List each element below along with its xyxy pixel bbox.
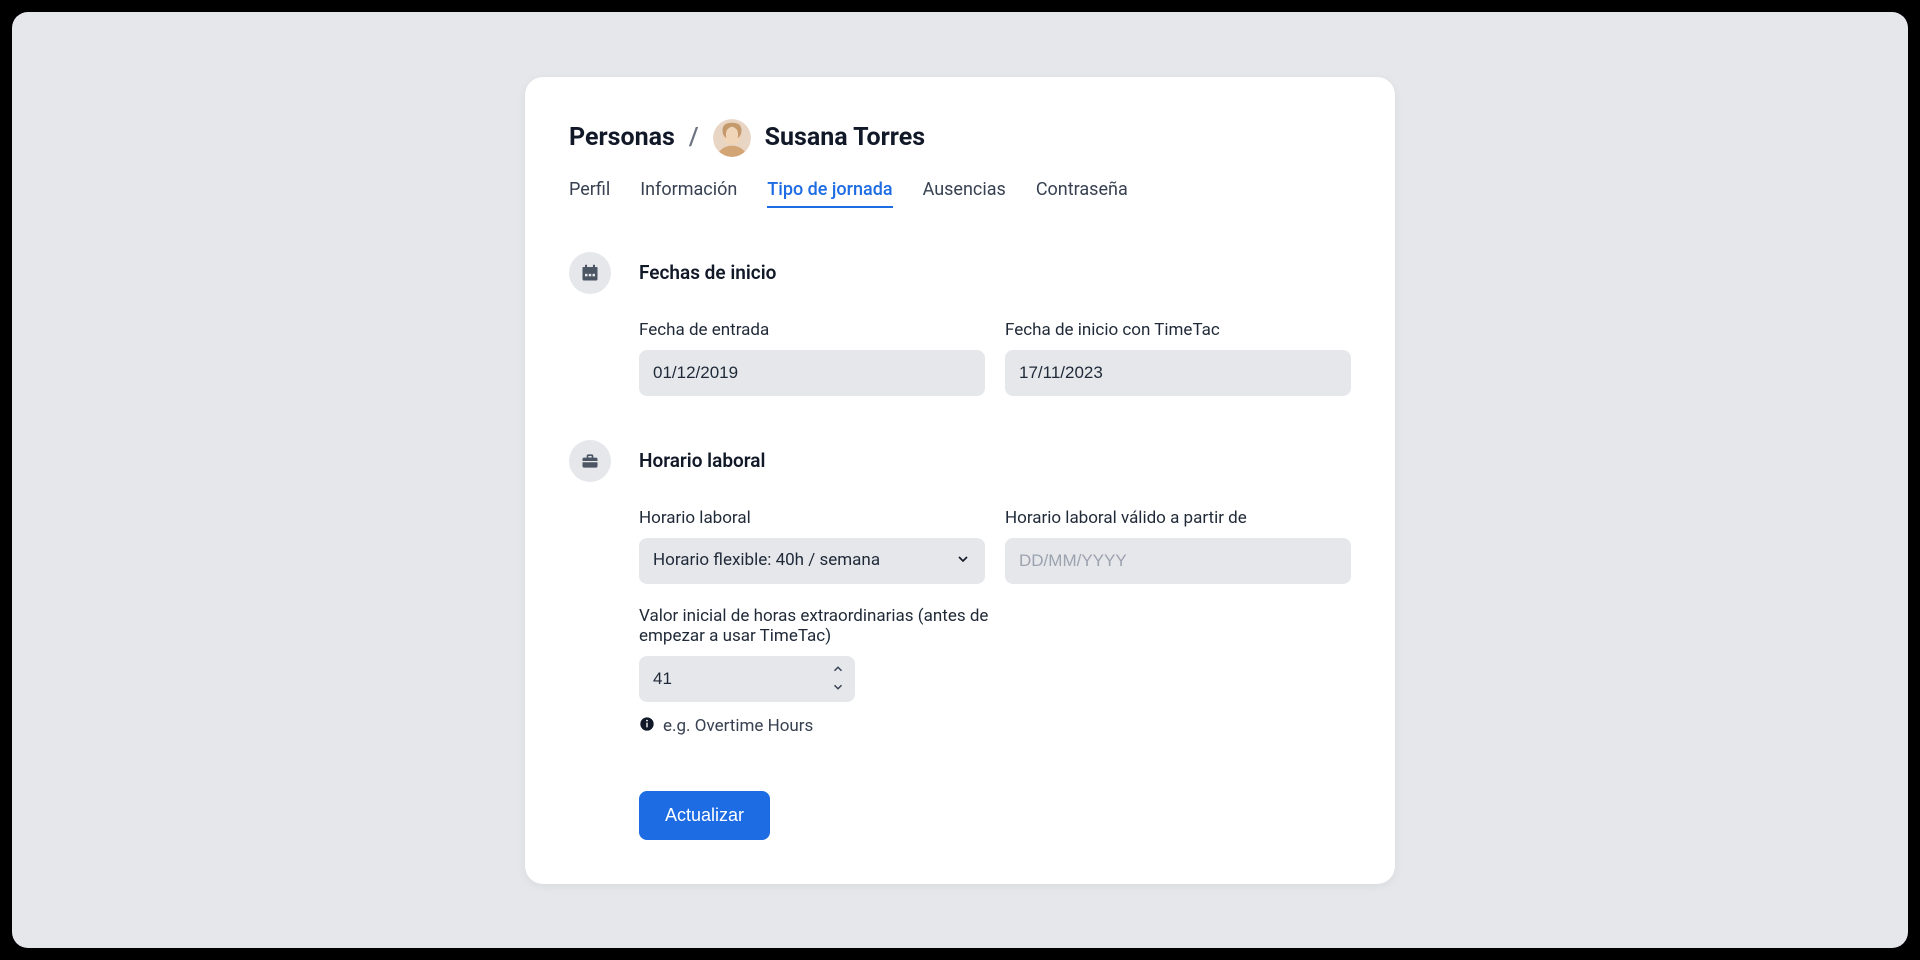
- breadcrumb-root[interactable]: Personas: [569, 123, 675, 152]
- overtime-label: Valor inicial de horas extraordinarias (…: [639, 606, 999, 646]
- info-icon: [639, 716, 655, 737]
- briefcase-icon: [569, 440, 611, 482]
- schedule-label: Horario laboral: [639, 508, 985, 528]
- settings-card: Personas / Susana Torres Perfi: [525, 77, 1395, 884]
- tab-tipo-de-jornada[interactable]: Tipo de jornada: [767, 179, 892, 208]
- breadcrumb-separator: /: [689, 123, 699, 152]
- stepper-down-icon[interactable]: [831, 680, 845, 694]
- valid-from-input[interactable]: [1005, 538, 1351, 584]
- timetac-date-label: Fecha de inicio con TimeTac: [1005, 320, 1351, 340]
- section-title-start-dates: Fechas de inicio: [639, 252, 1351, 294]
- breadcrumb: Personas / Susana Torres: [569, 119, 1351, 157]
- section-title-work-schedule: Horario laboral: [639, 440, 1351, 482]
- section-start-dates: Fechas de inicio Fecha de entrada Fecha …: [569, 252, 1351, 396]
- entry-date-label: Fecha de entrada: [639, 320, 985, 340]
- calendar-icon: [569, 252, 611, 294]
- timetac-date-input[interactable]: [1005, 350, 1351, 396]
- update-button[interactable]: Actualizar: [639, 791, 770, 840]
- schedule-select[interactable]: Horario flexible: 40h / semana: [639, 538, 985, 584]
- tab-informacion[interactable]: Información: [640, 179, 737, 208]
- tabs: Perfil Información Tipo de jornada Ausen…: [569, 179, 1351, 208]
- tab-contrasena[interactable]: Contraseña: [1036, 179, 1128, 208]
- tab-ausencias[interactable]: Ausencias: [923, 179, 1006, 208]
- entry-date-input[interactable]: [639, 350, 985, 396]
- valid-from-label: Horario laboral válido a partir de: [1005, 508, 1351, 528]
- overtime-hint: e.g. Overtime Hours: [663, 716, 813, 736]
- avatar: [713, 119, 751, 157]
- section-work-schedule: Horario laboral Horario laboral Horario …: [569, 440, 1351, 737]
- overtime-stepper[interactable]: [639, 656, 855, 702]
- tab-perfil[interactable]: Perfil: [569, 179, 610, 208]
- breadcrumb-person-name: Susana Torres: [765, 123, 925, 152]
- stepper-up-icon[interactable]: [831, 662, 845, 676]
